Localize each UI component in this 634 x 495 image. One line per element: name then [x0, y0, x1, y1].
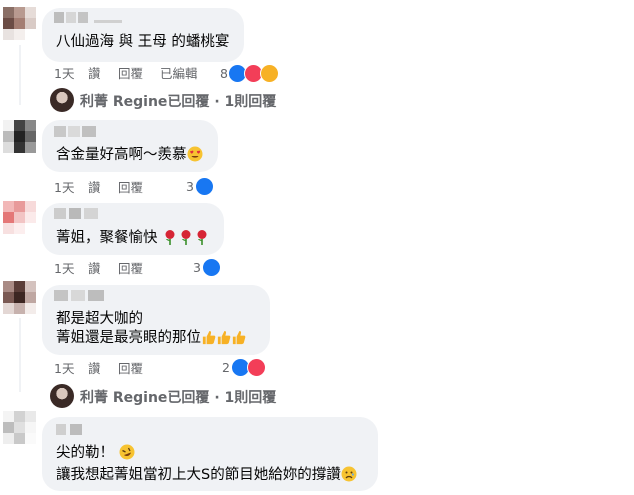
reaction-count: 3 — [193, 260, 201, 275]
love-icon — [247, 358, 266, 377]
comment-text: 八仙過海 與 王母 的蟠桃宴 — [56, 33, 229, 52]
commenter-avatar[interactable] — [3, 411, 37, 445]
like-link[interactable]: 讚 — [88, 66, 101, 82]
reply-author: 利菁 Regine — [80, 390, 168, 406]
comment-text-line: 讓我想起菁姐當初上大S的節目她給妳的撐讚 — [56, 467, 341, 483]
reply-count: 1則回覆 — [224, 390, 277, 406]
reactions-summary[interactable]: 2 — [222, 358, 270, 378]
separator: · — [214, 390, 220, 406]
like-link[interactable]: 讚 — [88, 261, 101, 277]
comment-time[interactable]: 1天 — [54, 261, 74, 277]
replied-label: 已回覆 — [167, 94, 210, 110]
comment-text-line: 菁姐，聚餐愉快 — [56, 230, 158, 246]
comment-actions: 1天 讚 回覆 已編輯 — [54, 66, 234, 82]
separator: · — [214, 94, 220, 110]
rose-emoji-icon — [194, 229, 210, 251]
like-link[interactable]: 讚 — [88, 361, 101, 377]
rolling-laughing-emoji-icon — [119, 444, 135, 466]
comment-text-line: 含金量好高啊～羨慕 — [56, 147, 187, 163]
comment-text: 菁姐，聚餐愉快 — [56, 229, 210, 251]
like-icon — [195, 177, 214, 196]
reply-link[interactable]: 回覆 — [118, 261, 143, 277]
comment-text-line: 都是超大咖的 — [56, 311, 143, 327]
rose-emoji-icon — [178, 229, 194, 251]
comment-text: 含金量好高啊～羨慕 — [56, 146, 203, 168]
thumbs-up-emoji-icon — [201, 330, 216, 351]
thumbs-up-emoji-icon — [231, 330, 246, 351]
thread-line — [19, 45, 21, 105]
comment-text: 尖的勒！ 讓我想起菁姐當初上大S的節目她給妳的撐讚 — [56, 444, 357, 488]
comment-time[interactable]: 1天 — [54, 361, 74, 377]
commenter-avatar[interactable] — [3, 281, 37, 315]
haha-icon — [260, 64, 279, 83]
commenter-avatar[interactable] — [3, 120, 37, 154]
reactions-summary[interactable]: 8 — [220, 64, 280, 84]
replied-label: 已回覆 — [167, 390, 210, 406]
comment-time[interactable]: 1天 — [54, 180, 74, 196]
heart-eyes-emoji-icon — [187, 146, 203, 168]
comment-actions: 1天 讚 回覆 — [54, 361, 174, 377]
reply-link[interactable]: 回覆 — [118, 180, 143, 196]
comment-actions: 1天 讚 回覆 — [54, 180, 174, 196]
commenter-name-blurred[interactable] — [54, 208, 100, 219]
reply-summary[interactable]: 利菁 Regine已回覆 · 1則回覆 — [50, 384, 310, 410]
reply-count: 1則回覆 — [224, 94, 277, 110]
commenter-name-blurred[interactable] — [54, 290, 106, 301]
commenter-name-blurred[interactable] — [54, 126, 98, 137]
like-link[interactable]: 讚 — [88, 180, 101, 196]
reaction-count: 8 — [220, 66, 228, 81]
reply-link[interactable]: 回覆 — [118, 66, 143, 82]
comment-text-line: 八仙過海 與 王母 的蟠桃宴 — [56, 34, 230, 50]
reactions-summary[interactable]: 3 — [186, 177, 218, 197]
thread-line — [19, 318, 21, 392]
edited-label[interactable]: 已編輯 — [160, 66, 198, 82]
rose-emoji-icon — [162, 229, 178, 251]
reactions-summary[interactable]: 3 — [193, 258, 225, 278]
like-icon — [202, 258, 221, 277]
commenter-avatar[interactable] — [3, 7, 37, 41]
reply-author: 利菁 Regine — [80, 94, 168, 110]
author-avatar — [50, 88, 74, 112]
comment-text-line: 尖的勒！ — [56, 445, 114, 461]
reaction-count: 3 — [186, 179, 194, 194]
reply-summary[interactable]: 利菁 Regine已回覆 · 1則回覆 — [50, 88, 310, 114]
sad-emoji-icon — [341, 466, 357, 488]
thumbs-up-emoji-icon — [216, 330, 231, 351]
commenter-name-blurred[interactable] — [56, 424, 86, 435]
comment-actions: 1天 讚 回覆 — [54, 261, 174, 277]
reaction-count: 2 — [222, 360, 230, 375]
comment-text-line: 菁姐還是最亮眼的那位 — [56, 330, 201, 346]
commenter-avatar[interactable] — [3, 201, 37, 235]
reply-link[interactable]: 回覆 — [118, 361, 143, 377]
comment-time[interactable]: 1天 — [54, 66, 74, 82]
author-avatar — [50, 384, 74, 408]
commenter-name-blurred[interactable] — [54, 12, 124, 23]
comment-text: 都是超大咖的 菁姐還是最亮眼的那位 — [56, 310, 246, 351]
